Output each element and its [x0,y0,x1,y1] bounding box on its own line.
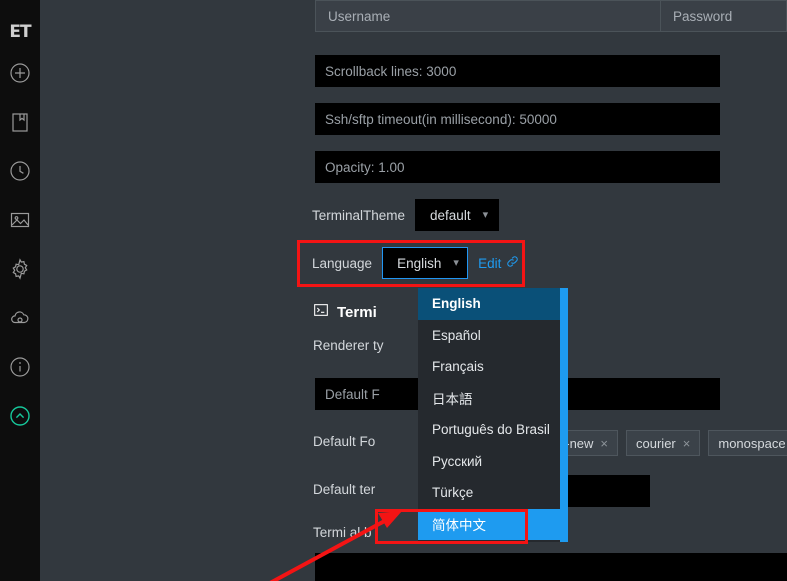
plus-circle-icon [8,61,32,85]
dropdown-scrollbar[interactable] [560,288,568,542]
username-input[interactable]: Username [316,1,661,31]
image-icon [8,208,32,232]
list-item[interactable]: Português do Brasil [418,414,568,446]
edit-link-label: Edit [478,256,501,271]
chip-label: courier [636,436,676,451]
renderer-type-label: Renderer ty [313,338,384,353]
sidebar-item-about[interactable] [0,342,40,391]
default-font-family-label: Default Fo [313,434,375,449]
settings-panel: Username Password Scrollback lines: 3000… [40,0,787,581]
chevron-down-icon: ▾ [453,258,459,269]
language-dropdown-list[interactable]: English Español Français 日本語 Português d… [418,288,568,542]
sidebar-item-settings[interactable] [0,244,40,293]
terminal-theme-value: default [430,208,471,223]
cloud-icon [8,306,32,330]
list-item[interactable]: 日本語 [418,383,568,415]
list-item[interactable]: English [418,288,568,320]
scrollback-lines-input[interactable]: Scrollback lines: 3000 [315,55,720,87]
table-row[interactable]: courier × [626,430,700,456]
terminal-background-input[interactable] [315,553,787,581]
credentials-row: Username Password [315,0,787,32]
link-chain-icon [506,255,519,271]
language-label: Language [312,256,372,271]
sidebar-item-collapse[interactable] [0,391,40,440]
close-icon[interactable]: × [600,436,608,451]
default-terminal-color-label: Default ter [313,482,375,497]
sidebar-item-sync[interactable] [0,293,40,342]
terminal-background-row: Termi al b [313,525,372,540]
sidebar-item-bookmarks[interactable] [0,97,40,146]
terminal-section-heading: Termi [313,302,377,322]
chip-label: monospace [718,436,785,451]
ssh-sftp-timeout-input[interactable]: Ssh/sftp timeout(in millisecond): 50000 [315,103,720,135]
opacity-input[interactable]: Opacity: 1.00 [315,151,720,183]
sidebar-rail: ET [0,0,40,581]
terminal-icon [313,302,329,322]
info-circle-icon [8,355,32,379]
terminal-section-title: Termi [337,304,377,321]
language-row: Language English ▾ Edit [312,247,519,279]
default-terminal-color-row: Default ter [313,482,375,497]
sidebar-item-history[interactable] [0,146,40,195]
edit-language-link[interactable]: Edit [478,255,519,271]
renderer-type-row: Renderer ty [313,338,384,353]
chevron-down-icon: ▾ [483,210,489,221]
sidebar-item-gallery[interactable] [0,195,40,244]
bookmark-icon [9,110,31,134]
default-font-family-row: Default Fo [313,434,375,449]
list-item[interactable]: Русский [418,446,568,478]
app-logo: ET [0,16,40,48]
list-item[interactable]: Français [418,351,568,383]
list-item[interactable]: Español [418,320,568,352]
sidebar-item-new-tab[interactable] [0,48,40,97]
terminal-theme-label: TerminalTheme [312,208,405,223]
terminal-theme-select[interactable]: default ▾ [415,199,499,231]
password-input[interactable]: Password [661,1,786,31]
table-row[interactable]: monospace × [708,430,787,456]
terminal-theme-row: TerminalTheme default ▾ [312,199,499,231]
app-window: ET [0,0,787,581]
clock-icon [8,159,32,183]
list-item[interactable]: Türkçe [418,477,568,509]
terminal-background-label: Termi al b [313,525,372,540]
language-select[interactable]: English ▾ [382,247,468,279]
close-icon[interactable]: × [683,436,691,451]
gear-icon [8,257,32,281]
list-item[interactable]: 简体中文 [418,509,568,541]
language-value: English [397,256,441,271]
chevron-up-circle-icon [8,404,32,428]
